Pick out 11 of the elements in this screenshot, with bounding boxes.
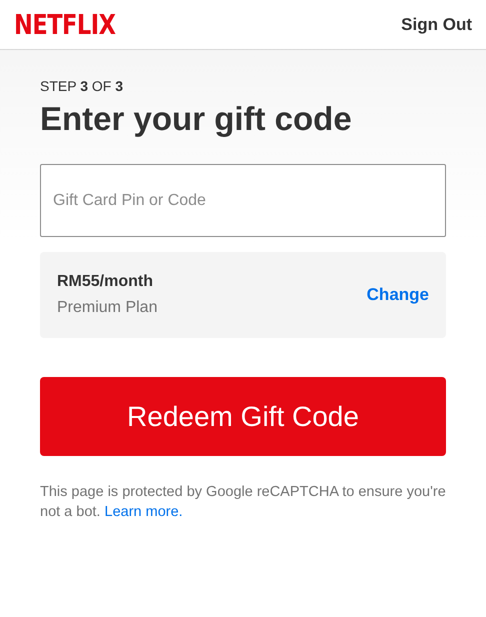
plan-price: RM55/month bbox=[57, 273, 154, 291]
recaptcha-notice: This page is protected by Google reCAPTCHA to ensure you're not a bot. Learn more. bbox=[40, 483, 446, 522]
redeem-button[interactable]: Redeem Gift Code bbox=[40, 377, 446, 456]
change-link[interactable]: Change bbox=[366, 285, 429, 305]
page-title: Enter your gift code bbox=[40, 100, 353, 138]
sign-out-link[interactable]: Sign Out bbox=[401, 14, 472, 34]
step-indicator: STEP 3 OF 3 bbox=[40, 78, 124, 94]
netflix-logo[interactable]: NETFLIX bbox=[14, 8, 116, 40]
plan-name: Premium Plan bbox=[57, 299, 158, 317]
gift-code-field[interactable]: Gift Card Pin or Code bbox=[40, 164, 446, 237]
learn-more-link[interactable]: Learn more. bbox=[104, 504, 183, 520]
